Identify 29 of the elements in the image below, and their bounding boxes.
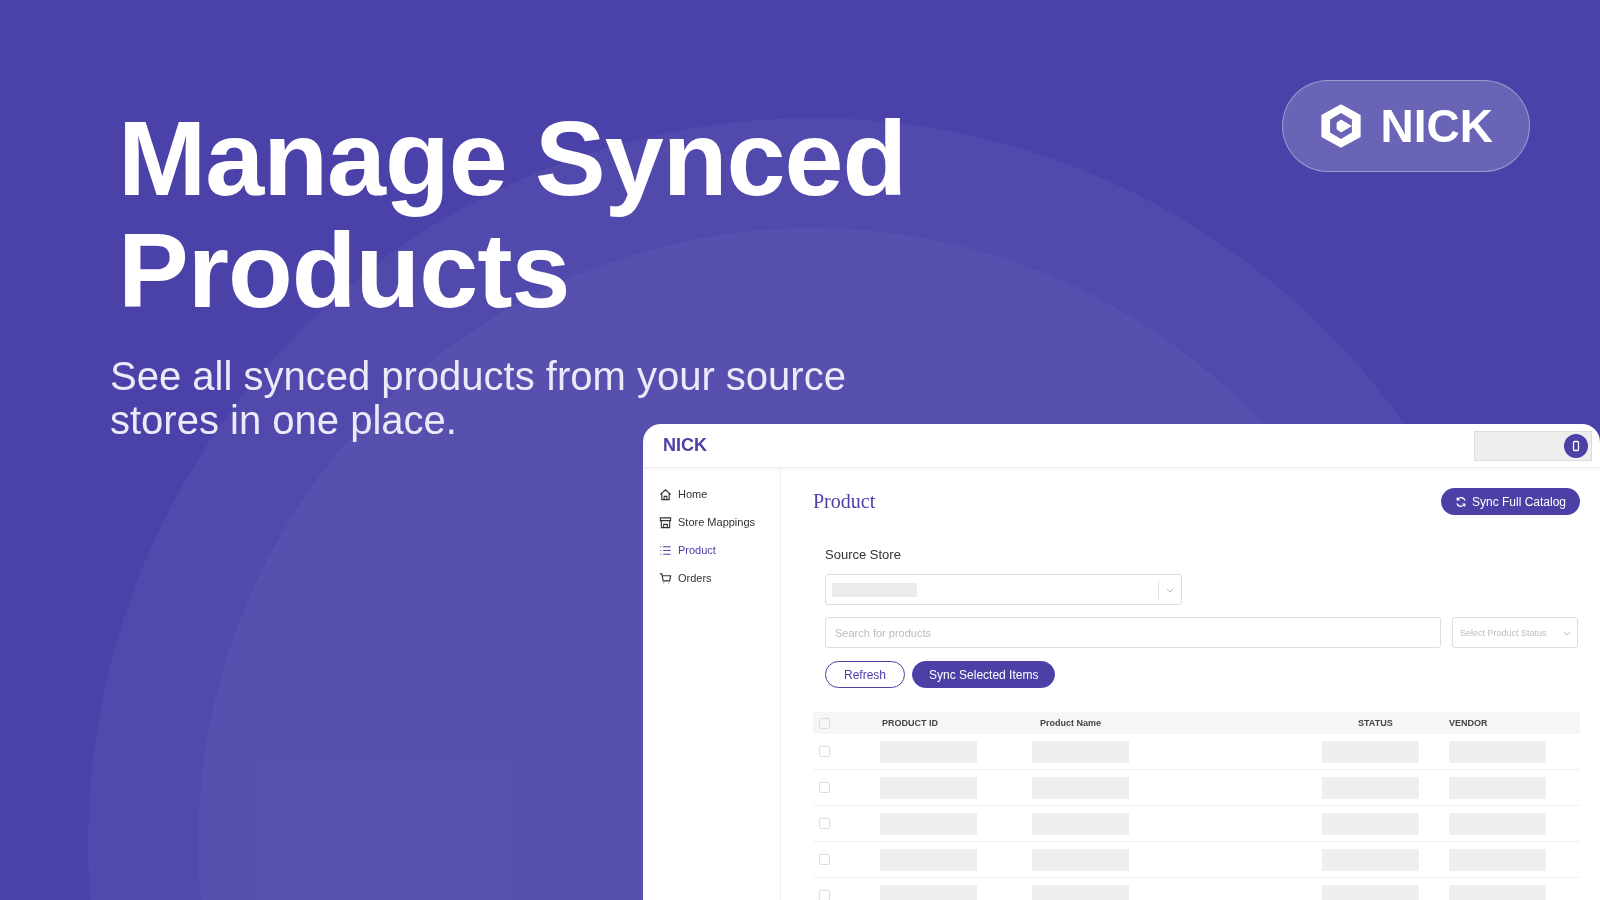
- checkbox[interactable]: [819, 854, 830, 865]
- checkbox[interactable]: [819, 890, 830, 900]
- checkbox[interactable]: [819, 782, 830, 793]
- sidebar-item[interactable]: Orders: [659, 570, 780, 586]
- sidebar-item[interactable]: Home: [659, 486, 780, 502]
- source-store-label: Source Store: [825, 547, 902, 562]
- cube-logo-icon: [1318, 102, 1363, 150]
- sync-full-catalog-button[interactable]: Sync Full Catalog: [1440, 488, 1580, 515]
- sidebar-item[interactable]: Product: [659, 542, 780, 558]
- sidebar-item[interactable]: Store Mappings: [659, 514, 780, 530]
- store-icon: [659, 515, 672, 529]
- page-title: Product: [813, 490, 876, 513]
- source-store-select[interactable]: [825, 574, 1182, 605]
- home-icon: [659, 487, 672, 501]
- checkbox[interactable]: [819, 746, 830, 757]
- refresh-button[interactable]: Refresh: [825, 661, 906, 688]
- headline: Manage Synced Products: [118, 102, 908, 326]
- column-header: PRODUCT ID: [882, 718, 939, 728]
- search-field[interactable]: Search for products: [825, 617, 1441, 648]
- column-header: STATUS: [1358, 718, 1394, 728]
- column-header: Product Name: [1040, 718, 1102, 728]
- column-header: VENDOR: [1449, 718, 1489, 728]
- list-icon: [659, 543, 672, 557]
- brand-name: NICK: [1380, 99, 1493, 153]
- checkbox[interactable]: [819, 717, 830, 729]
- refresh-icon: [1454, 495, 1467, 508]
- checkbox[interactable]: [819, 818, 830, 829]
- sync-selected-button[interactable]: Sync Selected Items: [912, 661, 1056, 688]
- account-field[interactable]: [1474, 430, 1592, 461]
